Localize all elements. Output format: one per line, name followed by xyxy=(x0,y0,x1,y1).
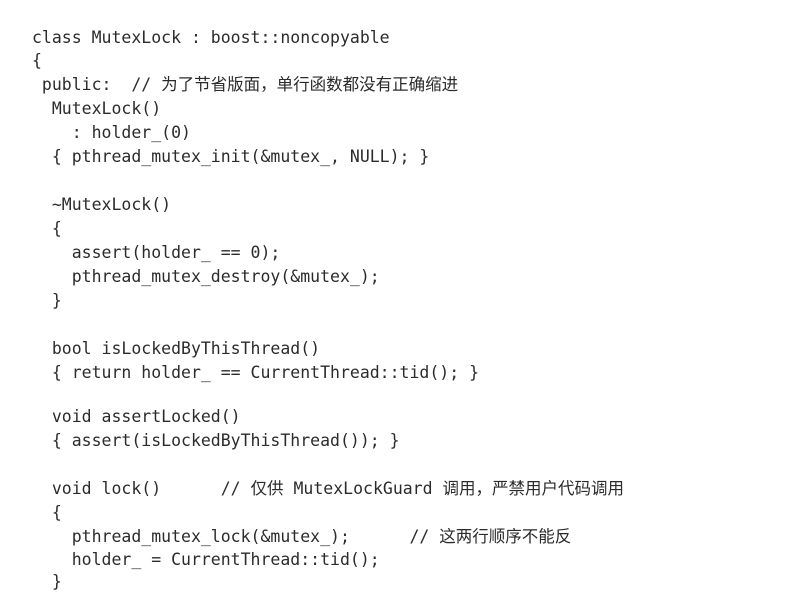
code-line: { xyxy=(32,219,62,238)
code-line: { pthread_mutex_init(&mutex_, NULL); } xyxy=(32,147,430,166)
code-listing: class MutexLock : boost::noncopyable { p… xyxy=(0,0,791,593)
code-line: assert(holder_ == 0); xyxy=(32,243,281,262)
code-line: { xyxy=(32,503,62,522)
code-line: pthread_mutex_lock(&mutex_); // 这两行顺序不能反 xyxy=(32,527,572,546)
code-line: } xyxy=(32,291,62,310)
code-line: public: // 为了节省版面，单行函数都没有正确缩进 xyxy=(32,75,459,94)
code-line: } xyxy=(32,572,62,591)
code-line: : holder_(0) xyxy=(32,123,191,142)
code-line: { assert(isLockedByThisThread()); } xyxy=(32,431,400,450)
code-line: ~MutexLock() xyxy=(32,195,172,214)
code-line: holder_ = CurrentThread::tid(); xyxy=(32,550,380,569)
code-line: void lock() // 仅供 MutexLockGuard 调用，严禁用户… xyxy=(32,479,624,498)
code-line: { xyxy=(32,51,42,70)
code-line: { return holder_ == CurrentThread::tid()… xyxy=(32,363,480,382)
code-line: class MutexLock : boost::noncopyable xyxy=(32,28,390,47)
code-line: MutexLock() xyxy=(32,99,162,118)
code-line: pthread_mutex_destroy(&mutex_); xyxy=(32,267,380,286)
code-line: void assertLocked() xyxy=(32,407,241,426)
code-line: bool isLockedByThisThread() xyxy=(32,339,321,358)
